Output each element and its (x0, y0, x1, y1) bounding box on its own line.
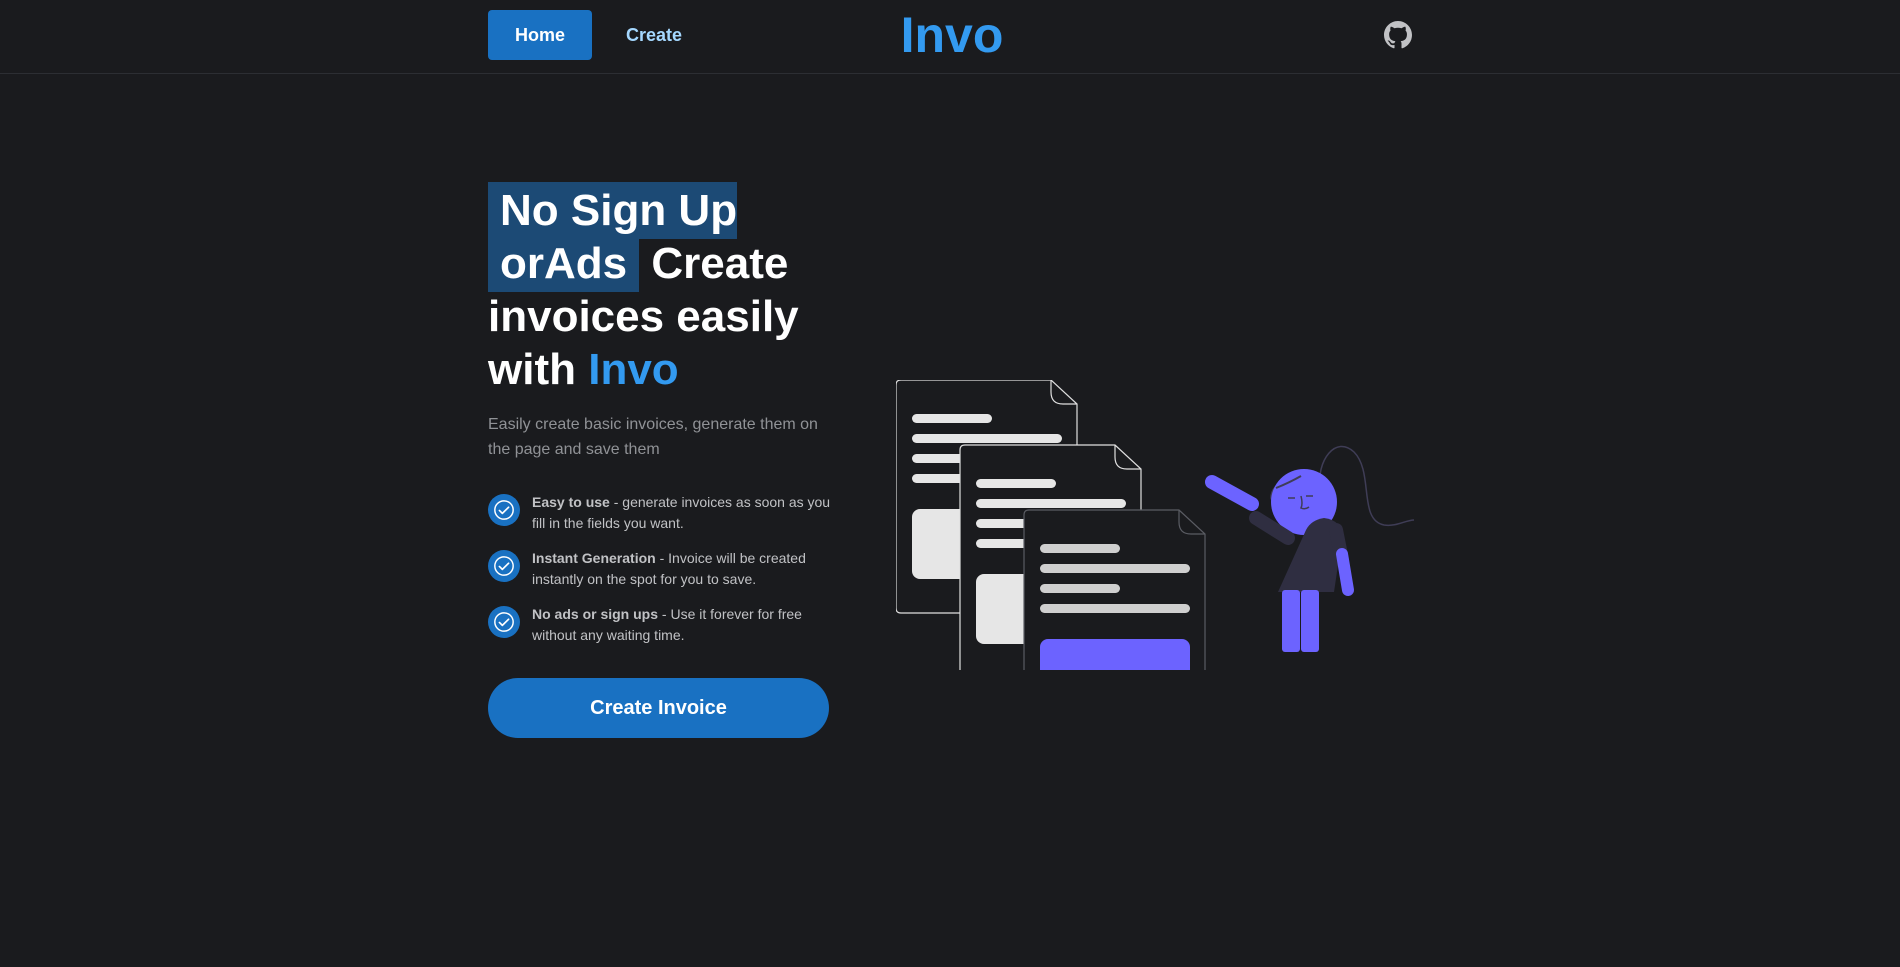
feature-item: Instant Generation - Invoice will be cre… (488, 548, 840, 604)
title-brand: Invo (588, 345, 679, 394)
check-circle-icon (488, 606, 520, 638)
title-highlight-2: Ads (544, 235, 640, 292)
feature-item: No ads or sign ups - Use it forever for … (488, 604, 840, 660)
hero-title: No Sign Up orAds Create invoices easily … (488, 182, 828, 396)
nav-home-button[interactable]: Home (488, 10, 592, 60)
feature-item: Easy to use - generate invoices as soon … (488, 492, 840, 548)
top-header: Home Create Invo (0, 0, 1900, 74)
feature-list: Easy to use - generate invoices as soon … (488, 492, 840, 660)
feature-title: No ads or sign ups (532, 606, 659, 622)
github-icon (1384, 21, 1412, 49)
feature-title: Easy to use (532, 494, 610, 510)
create-invoice-button[interactable]: Create Invoice (488, 678, 829, 738)
feature-title: Instant Generation (532, 550, 656, 566)
check-circle-icon (488, 550, 520, 582)
document-front (1023, 509, 1206, 670)
logo[interactable]: Invo (896, 5, 1008, 65)
invoice-illustration (896, 380, 1415, 670)
check-circle-icon (488, 494, 520, 526)
nav-create-link[interactable]: Create (608, 10, 700, 60)
person-figure (1205, 445, 1415, 652)
hero-subtitle: Easily create basic invoices, generate t… (488, 416, 818, 458)
github-link[interactable] (1384, 21, 1412, 49)
